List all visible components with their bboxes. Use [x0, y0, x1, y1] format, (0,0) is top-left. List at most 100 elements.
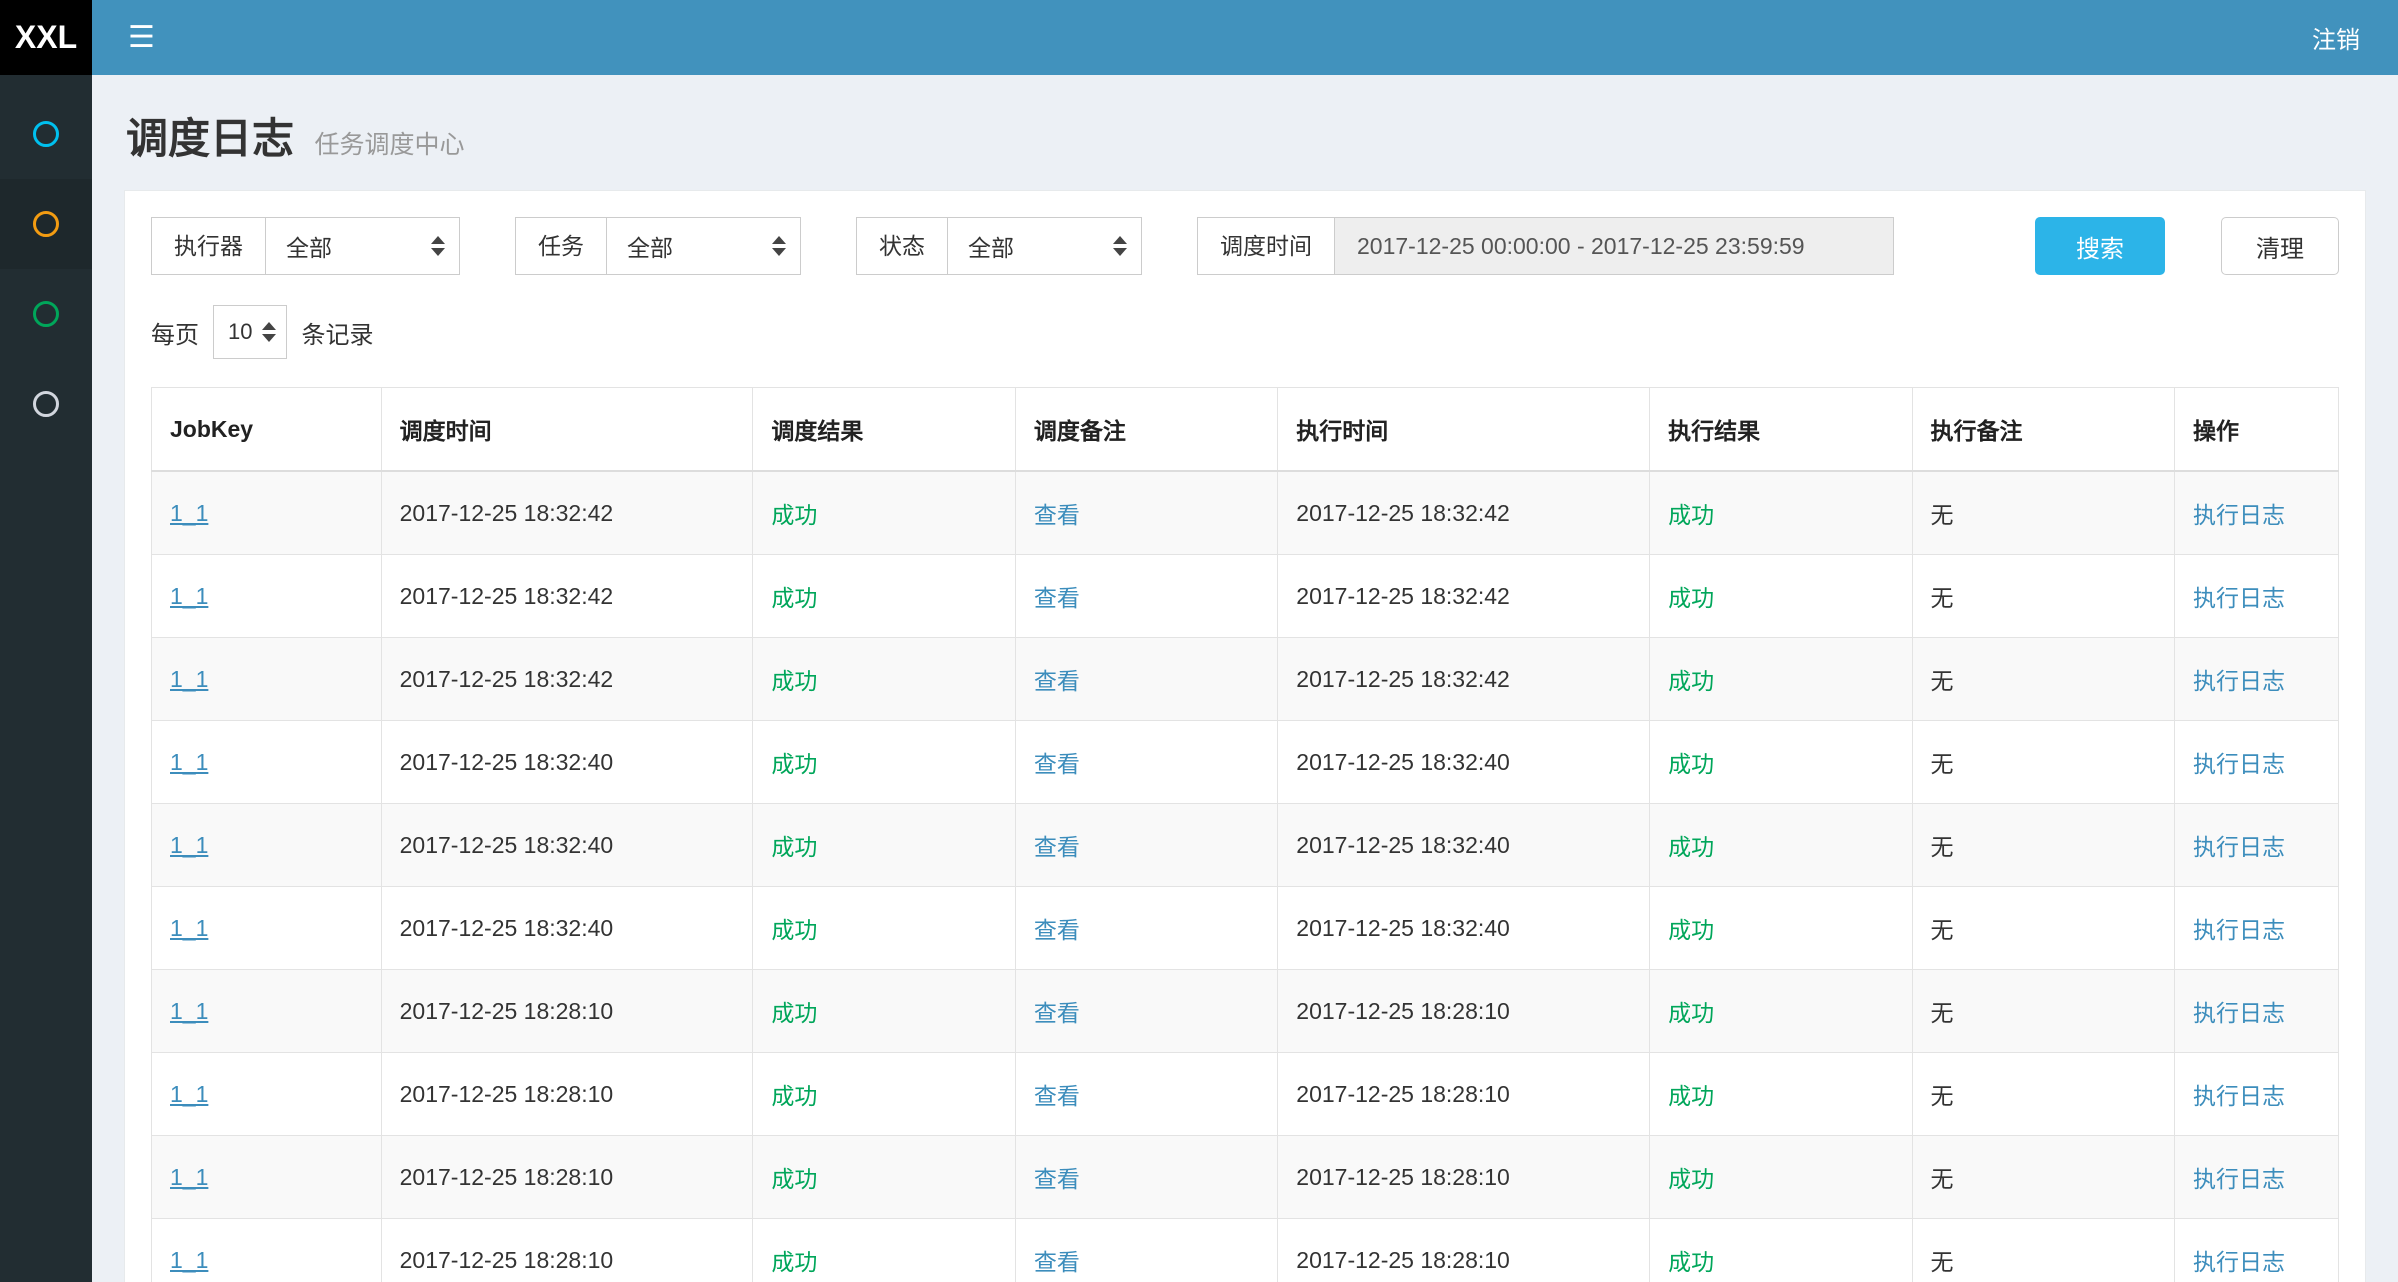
job-key-link[interactable]: 1_1	[170, 583, 208, 609]
executor-filter: 执行器 全部	[151, 217, 460, 275]
log-table-body: 1_12017-12-25 18:32:42成功查看2017-12-25 18:…	[152, 471, 2339, 1282]
handle-msg: 无	[1931, 668, 1954, 694]
log-table: JobKey调度时间调度结果调度备注执行时间执行结果执行备注操作 1_1 2017…	[151, 387, 2339, 1282]
handle-msg: 无	[1931, 1083, 1954, 1109]
search-button[interactable]: 搜索	[2035, 217, 2165, 275]
time-range-input[interactable]: 2017-12-25 00:00:00 - 2017-12-25 23:59:5…	[1334, 217, 1894, 275]
exec-log-link[interactable]: 执行日志	[2193, 1000, 2285, 1026]
executor-select-value: 全部	[286, 229, 332, 263]
trigger-result: 成功	[771, 834, 817, 860]
logout-link[interactable]: 注销	[2274, 20, 2398, 55]
job-key-link[interactable]: 1_1	[170, 1081, 208, 1107]
status-select[interactable]: 全部	[947, 217, 1142, 275]
handle-result: 成功	[1668, 585, 1714, 611]
table-row: 1_1 2017-12-25 18:32:42 成功 查看 2017-12-25 18:…	[152, 555, 2339, 638]
handle-result: 成功	[1668, 668, 1714, 694]
page-size-select[interactable]: 10	[213, 305, 287, 359]
sidebar	[0, 75, 92, 1282]
exec-log-link[interactable]: 执行日志	[2193, 751, 2285, 777]
page-size-value: 10	[228, 319, 252, 345]
trigger-msg-link[interactable]: 查看	[1034, 1249, 1080, 1275]
trigger-time: 2017-12-25 18:32:42	[400, 666, 614, 692]
page-subtitle: 任务调度中心	[314, 131, 464, 159]
table-row: 1_1 2017-12-25 18:28:10 成功 查看 2017-12-25 18:…	[152, 1053, 2339, 1136]
exec-log-link[interactable]: 执行日志	[2193, 502, 2285, 528]
handle-msg: 无	[1931, 585, 1954, 611]
trigger-time: 2017-12-25 18:32:40	[400, 749, 614, 775]
trigger-msg-link[interactable]: 查看	[1034, 1000, 1080, 1026]
trigger-time: 2017-12-25 18:32:42	[400, 583, 614, 609]
handle-result: 成功	[1668, 1166, 1714, 1192]
job-key-link[interactable]: 1_1	[170, 500, 208, 526]
trigger-time: 2017-12-25 18:28:10	[400, 1081, 614, 1107]
job-key-link[interactable]: 1_1	[170, 749, 208, 775]
job-key-link[interactable]: 1_1	[170, 915, 208, 941]
app-logo: XXL	[0, 0, 92, 75]
trigger-msg-link[interactable]: 查看	[1034, 668, 1080, 694]
trigger-msg-link[interactable]: 查看	[1034, 1083, 1080, 1109]
handle-msg: 无	[1931, 1000, 1954, 1026]
exec-log-link[interactable]: 执行日志	[2193, 834, 2285, 860]
handle-time: 2017-12-25 18:32:40	[1296, 915, 1510, 941]
column-header: 执行备注	[1912, 388, 2174, 472]
circle-icon	[33, 211, 59, 237]
executor-select[interactable]: 全部	[265, 217, 460, 275]
trigger-msg-link[interactable]: 查看	[1034, 585, 1080, 611]
trigger-msg-link[interactable]: 查看	[1034, 502, 1080, 528]
trigger-result: 成功	[771, 1083, 817, 1109]
handle-result: 成功	[1668, 917, 1714, 943]
exec-log-link[interactable]: 执行日志	[2193, 1166, 2285, 1192]
exec-log-link[interactable]: 执行日志	[2193, 917, 2285, 943]
job-key-link[interactable]: 1_1	[170, 666, 208, 692]
exec-log-link[interactable]: 执行日志	[2193, 585, 2285, 611]
exec-log-link[interactable]: 执行日志	[2193, 1249, 2285, 1275]
sidebar-item-1[interactable]	[0, 89, 92, 179]
hamburger-menu-icon[interactable]: ☰	[92, 0, 191, 75]
page-size-suffix: 条记录	[301, 315, 373, 350]
circle-icon	[33, 121, 59, 147]
trigger-result: 成功	[771, 585, 817, 611]
trigger-time: 2017-12-25 18:32:40	[400, 915, 614, 941]
job-select[interactable]: 全部	[606, 217, 801, 275]
handle-msg: 无	[1931, 834, 1954, 860]
trigger-result: 成功	[771, 1000, 817, 1026]
job-key-link[interactable]: 1_1	[170, 1164, 208, 1190]
trigger-msg-link[interactable]: 查看	[1034, 834, 1080, 860]
table-row: 1_1 2017-12-25 18:32:42 成功 查看 2017-12-25 18:…	[152, 638, 2339, 721]
exec-log-link[interactable]: 执行日志	[2193, 668, 2285, 694]
sidebar-item-2[interactable]	[0, 179, 92, 269]
circle-icon	[33, 301, 59, 327]
handle-time: 2017-12-25 18:28:10	[1296, 1164, 1510, 1190]
trigger-msg-link[interactable]: 查看	[1034, 1166, 1080, 1192]
sidebar-item-4[interactable]	[0, 359, 92, 449]
filter-row: 执行器 全部 任务 全部 状态 全部	[151, 217, 2339, 275]
handle-msg: 无	[1931, 751, 1954, 777]
trigger-msg-link[interactable]: 查看	[1034, 917, 1080, 943]
handle-time: 2017-12-25 18:28:10	[1296, 1081, 1510, 1107]
job-key-link[interactable]: 1_1	[170, 998, 208, 1024]
trigger-time: 2017-12-25 18:32:40	[400, 832, 614, 858]
trigger-result: 成功	[771, 1166, 817, 1192]
select-arrows-icon	[1113, 236, 1127, 256]
column-header: JobKey	[152, 388, 382, 472]
handle-result: 成功	[1668, 1083, 1714, 1109]
trigger-time: 2017-12-25 18:28:10	[400, 1247, 614, 1273]
sidebar-item-3[interactable]	[0, 269, 92, 359]
status-filter-label: 状态	[856, 217, 947, 275]
table-row: 1_12017-12-25 18:32:42成功查看2017-12-25 18:…	[152, 471, 2339, 555]
column-header: 执行结果	[1650, 388, 1912, 472]
job-key-link[interactable]: 1_1	[170, 1247, 208, 1273]
job-key-link[interactable]: 1_1	[170, 832, 208, 858]
column-header: 调度时间	[381, 388, 753, 472]
handle-time: 2017-12-25 18:32:42	[1296, 666, 1510, 692]
handle-time: 2017-12-25 18:32:42	[1296, 583, 1510, 609]
trigger-result: 成功	[771, 1249, 817, 1275]
trigger-msg-link[interactable]: 查看	[1034, 751, 1080, 777]
log-table-head-row: JobKey调度时间调度结果调度备注执行时间执行结果执行备注操作	[152, 388, 2339, 472]
time-filter-label: 调度时间	[1197, 217, 1334, 275]
handle-time: 2017-12-25 18:28:10	[1296, 998, 1510, 1024]
log-panel: 执行器 全部 任务 全部 状态 全部	[124, 190, 2366, 1282]
table-row: 1_12017-12-25 18:28:10成功查看2017-12-25 18:…	[152, 1219, 2339, 1282]
clear-button[interactable]: 清理	[2221, 217, 2339, 275]
exec-log-link[interactable]: 执行日志	[2193, 1083, 2285, 1109]
